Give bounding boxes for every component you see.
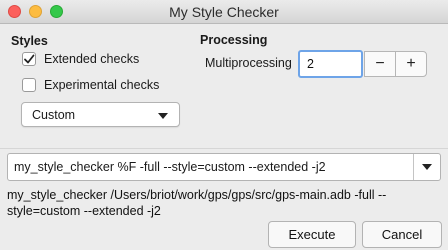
style-select[interactable]: Custom [21,102,180,127]
multiprocessing-input[interactable] [298,50,363,78]
dialog-window: My Style Checker Styles Extended checks … [0,0,448,250]
minus-icon: − [375,55,385,72]
command-area: my_style_checker %F -full --style=custom… [0,148,448,184]
extended-checks-label: Extended checks [44,52,140,66]
command-combo[interactable]: my_style_checker %F -full --style=custom… [7,153,441,181]
checkmark-icon [24,54,35,64]
increment-button[interactable]: + [395,51,427,77]
title-bar: My Style Checker [0,0,448,24]
chevron-down-icon [158,113,168,119]
command-combo-value[interactable]: my_style_checker %F -full --style=custom… [14,160,326,174]
command-preview: my_style_checker /Users/briot/work/gps/g… [7,188,387,218]
chevron-down-icon[interactable] [422,164,432,170]
cancel-button[interactable]: Cancel [362,221,442,248]
combo-divider [413,154,414,180]
styles-heading: Styles [11,34,48,48]
multiprocessing-label: Multiprocessing [205,56,292,70]
dialog-footer: Execute Cancel [0,221,448,250]
extended-checks-checkbox[interactable] [22,52,36,66]
window-title: My Style Checker [169,4,279,20]
experimental-checks-option[interactable]: Experimental checks [22,78,159,92]
processing-heading: Processing [200,33,268,47]
experimental-checks-checkbox[interactable] [22,78,36,92]
style-select-value: Custom [32,108,76,122]
decrement-button[interactable]: − [364,51,396,77]
experimental-checks-label: Experimental checks [44,78,160,92]
multiprocessing-spinner: − + [298,50,427,78]
extended-checks-option[interactable]: Extended checks [22,52,139,66]
plus-icon: + [406,55,416,72]
options-panel: Styles Extended checks Experimental chec… [0,25,448,148]
execute-button[interactable]: Execute [268,221,356,248]
